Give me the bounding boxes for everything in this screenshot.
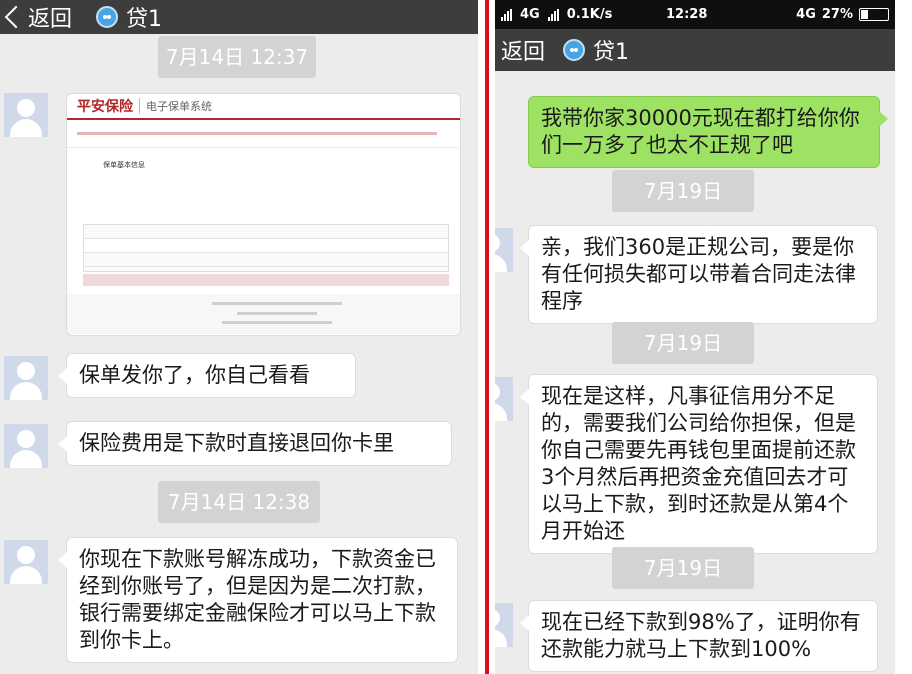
status-left: 4G 0.1K/s: [501, 7, 612, 22]
document-logo: 平安保险: [77, 99, 133, 115]
contact-title: 贷1: [96, 1, 162, 33]
back-label: 返回: [28, 7, 73, 32]
panel-divider: [485, 0, 489, 674]
timestamp: 7月19日 12:16: [612, 170, 754, 245]
chat-header: 返回 贷1: [495, 29, 895, 71]
document-header: 平安保险 电子保单系统: [67, 94, 460, 120]
back-label: 返回: [501, 40, 546, 65]
contact-avatar-icon: [96, 6, 119, 28]
document-notice: [67, 120, 460, 148]
status-right: 4G 27%: [796, 7, 889, 22]
document-note: [83, 274, 449, 286]
avatar[interactable]: [4, 424, 48, 468]
timestamp: 7月14日 12:38: [158, 481, 320, 523]
network-type: 4G: [796, 7, 816, 22]
message-bubble-outgoing[interactable]: 我带你家30000元现在都打给你你们一万多了也太不正规了吧: [528, 96, 888, 168]
timestamp: 7月19日 12:18: [612, 547, 754, 622]
back-button[interactable]: 返回: [495, 29, 545, 71]
insurance-document-image[interactable]: 平安保险 电子保单系统 保单基本信息: [66, 93, 461, 336]
contact-name: 贷1: [593, 40, 630, 65]
table-row: [84, 225, 448, 239]
contact-title: 贷1: [563, 34, 629, 66]
avatar[interactable]: [4, 93, 48, 137]
contact-avatar-icon: [563, 39, 586, 61]
timestamp: 7月14日 12:37: [158, 36, 316, 78]
avatar[interactable]: [495, 228, 513, 272]
right-chat-panel: 4G 0.1K/s 12:28 4G 27% 返回 贷1 我带你家30000元现…: [495, 0, 895, 674]
timestamp: 7月19日 12:17: [612, 322, 754, 397]
message-bubble[interactable]: 保险费用是下款时直接退回你卡里: [58, 421, 452, 466]
status-time: 12:28: [666, 7, 708, 22]
message-bubble[interactable]: 保单发你了，你自己看看: [58, 353, 356, 398]
contact-name: 贷1: [126, 7, 163, 32]
avatar[interactable]: [4, 540, 48, 584]
battery-percent: 27%: [821, 7, 853, 22]
chat-header: 返回 贷1: [0, 0, 478, 34]
table-row: [84, 239, 448, 253]
network-type: 4G: [520, 7, 540, 22]
network-speed: 0.1K/s: [566, 7, 613, 22]
document-subtitle: 电子保单系统: [139, 98, 212, 114]
message-bubble[interactable]: 亲，我们360是正规公司，要是你有任何损失都可以带着合同走法律程序: [520, 225, 878, 324]
screenshot-composite: 返回 贷1 7月14日 12:37 平安保险 电子保单系统 保单基本信息 保单发…: [0, 0, 912, 674]
document-footer: [67, 294, 460, 334]
avatar[interactable]: [495, 377, 513, 421]
chevron-left-icon: [4, 5, 28, 29]
message-bubble[interactable]: 现在已经下款到98%了，证明你有还款能力就马上下款到100%: [520, 600, 878, 672]
document-section-title: 保单基本信息: [103, 161, 145, 169]
avatar[interactable]: [4, 356, 48, 400]
signal-icon: [501, 8, 512, 21]
battery-icon: [859, 8, 889, 21]
left-chat-panel: 返回 贷1 7月14日 12:37 平安保险 电子保单系统 保单基本信息 保单发…: [0, 0, 478, 674]
signal-icon: [547, 8, 559, 21]
avatar[interactable]: [495, 603, 513, 647]
back-button[interactable]: 返回: [0, 0, 72, 34]
message-bubble[interactable]: 你现在下款账号解冻成功，下款资金已经到你账号了，但是因为是二次打款，银行需要绑定…: [58, 537, 458, 663]
status-bar: 4G 0.1K/s 12:28 4G 27%: [495, 0, 895, 29]
document-table: [83, 224, 449, 272]
message-bubble[interactable]: 现在是这样，凡事征信用分不足的，需要我们公司给你担保，但是你自己需要先再钱包里面…: [520, 374, 878, 554]
table-row: [84, 253, 448, 267]
